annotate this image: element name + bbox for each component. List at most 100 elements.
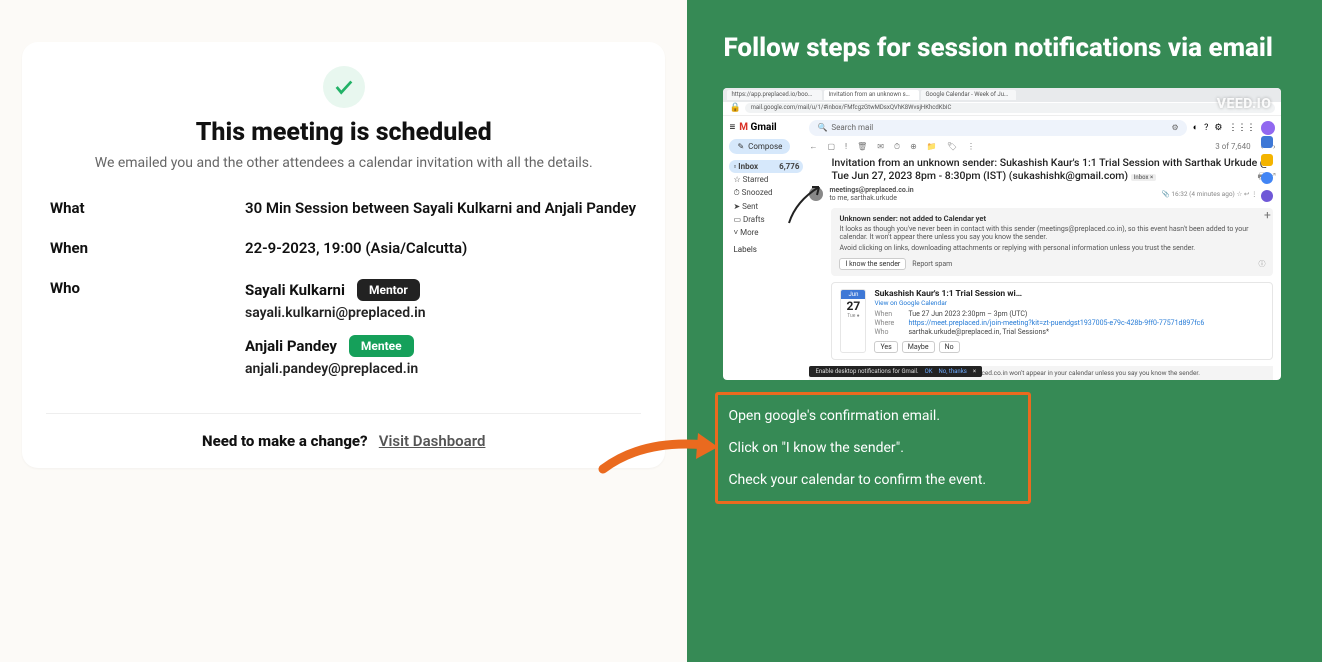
search-input[interactable]: 🔍 Search mail ⚙ [809,120,1186,136]
browser-tab-active[interactable]: Invitation from an unknown s… [824,90,919,100]
star-icon[interactable]: ☆ [1236,190,1242,198]
instruction-callout: Open google's confirmation email. Click … [715,392,1031,505]
sidebar-labels-heading: Labels [729,243,803,256]
sidebar-item-drafts[interactable]: ▭ Drafts [729,213,803,226]
task-icon[interactable]: ⊕ [910,142,917,151]
event-who: sarthak.urkude@preplaced.in, Trial Sessi… [908,328,1049,336]
confirmation-card: This meeting is scheduled We emailed you… [22,42,665,468]
close-icon[interactable]: × [973,368,976,375]
gmail-logo: ≡ M Gmail [729,122,803,133]
addon-contacts-icon[interactable] [1261,190,1273,202]
watermark: VEED.IO [1217,96,1272,112]
avatar[interactable] [1261,121,1275,135]
status-icon[interactable]: ◐ [1193,122,1198,133]
label-icon[interactable]: 🏷 [947,142,957,151]
apps-icon[interactable]: ⋮⋮⋮ [1228,123,1255,133]
browser-urlbar: 🔒 mail.google.com/mail/u/1/#inbox/FMfcgz… [723,102,1281,116]
attachment-icon: 📎 [1162,190,1170,198]
url-text[interactable]: mail.google.com/mail/u/1/#inbox/FMfcgzGt… [745,103,1276,113]
rsvp-yes-button[interactable]: Yes [874,341,897,353]
callout-step: Check your calendar to confirm the event… [728,471,1018,489]
gear-icon[interactable]: ⚙ [1214,123,1222,133]
who-label: Who [50,279,245,391]
warning-title: Unknown sender: not added to Calendar ye… [839,214,1265,223]
event-where-link[interactable]: https://meet.preplaced.in/join-meeting?k… [908,319,1204,327]
callout-step: Click on "I know the sender". [728,439,1018,457]
email-subject: Invitation from an unknown sender: Sukas… [831,156,1269,182]
inbox-badge[interactable]: Inbox × [1131,174,1156,181]
help-icon[interactable]: ? [1204,123,1208,133]
card-subheading: We emailed you and the other attendees a… [50,155,637,171]
hamburger-icon[interactable]: ≡ [729,122,735,133]
more-icon[interactable]: ⋮ [967,142,975,151]
role-badge-mentor: Mentor [357,279,420,301]
to-line: to me, sarthak.urkude [829,194,897,202]
from-address: meetings@preplaced.co.in [829,186,913,194]
sidebar-item-sent[interactable]: ➤ Sent [729,200,803,213]
unknown-sender-warning: Unknown sender: not added to Calendar ye… [831,208,1273,276]
browser-tab[interactable]: https://app.preplaced.io/boo… [727,90,822,100]
instructions-heading: Follow steps for session notifications v… [687,32,1322,66]
check-icon [323,66,365,108]
attendee-name: Anjali Pandey [245,337,337,355]
bottom-hint: ings@preplaced.co.in won't appear in you… [945,369,1200,377]
card-heading: This meeting is scheduled [50,118,637,147]
search-icon: 🔍 [817,123,827,132]
lock-icon: 🔒 [729,103,740,113]
event-when: Tue 27 Jun 2023 2:30pm – 3pm (UTC) [908,310,1027,318]
what-label: What [50,199,245,217]
attendee-row: Anjali Pandey Mentee anjali.pandey@prepl… [245,335,637,377]
warning-body2: Avoid clicking on links, downloading att… [839,244,1265,252]
attendee-email: anjali.pandey@preplaced.in [245,361,637,377]
rsvp-no-button[interactable]: No [939,341,960,353]
attendee-email: sayali.kulkarni@preplaced.in [245,305,637,321]
addon-tasks-icon[interactable] [1261,172,1273,184]
spam-icon[interactable]: ! [845,142,847,151]
change-prompt: Need to make a change? [202,432,368,450]
desktop-notif-toast: Enable desktop notifications for Gmail. … [809,366,982,377]
big-arrow-icon [598,419,718,479]
archive-icon[interactable]: ▢ [827,142,835,151]
calendar-event-card: Jun 27 Tue ● Sukashish Kaur's 1:1 Trial … [831,282,1273,360]
event-title: Sukashish Kaur's 1:1 Trial Session wi… [874,289,1264,299]
notif-ok-button[interactable]: OK [925,368,933,375]
notif-no-button[interactable]: No, thanks [939,368,967,375]
addon-keep-icon[interactable] [1261,154,1273,166]
attendee-row: Sayali Kulkarni Mentor sayali.kulkarni@p… [245,279,637,321]
sidebar-item-snoozed[interactable]: ⏱ Snoozed [729,186,803,200]
know-sender-button[interactable]: I know the sender [839,258,906,270]
attendee-name: Sayali Kulkarni [245,281,345,299]
unread-icon[interactable]: ✉ [877,142,884,151]
what-value: 30 Min Session between Sayali Kulkarni a… [245,199,637,217]
move-icon[interactable]: 📁 [927,142,937,151]
callout-step: Open google's confirmation email. [728,407,1018,425]
sidebar-item-starred[interactable]: ☆ Starred [729,173,803,186]
visit-dashboard-link[interactable]: Visit Dashboard [379,432,486,450]
delete-icon[interactable]: 🗑 [857,142,867,151]
when-label: When [50,239,245,257]
role-badge-mentee: Mentee [349,335,414,357]
compose-button[interactable]: ✎ Compose [729,139,790,154]
snooze-icon[interactable]: ⏱ [894,142,900,152]
back-icon[interactable]: ← [809,142,817,151]
warning-body: It looks as though you've never been in … [839,225,1265,241]
gmail-screenshot: VEED.IO https://app.preplaced.io/boo… In… [723,88,1281,380]
filter-icon[interactable]: ⚙ [1171,123,1178,132]
divider [46,413,641,414]
rsvp-maybe-button[interactable]: Maybe [902,341,935,353]
reply-icon[interactable]: ↩ [1244,190,1249,198]
addon-calendar-icon[interactable] [1261,136,1273,148]
view-calendar-link[interactable]: View on Google Calendar [874,299,1264,307]
browser-tab[interactable]: Google Calendar - Week of Ju… [921,90,1016,100]
browser-tabbar: https://app.preplaced.io/boo… Invitation… [723,88,1281,102]
addon-add-icon[interactable]: + [1264,208,1271,222]
event-date-box: Jun 27 Tue ● [840,289,866,353]
report-spam-link[interactable]: Report spam [912,260,952,268]
sidebar-item-more[interactable]: ˅ More [729,226,803,239]
mail-toolbar: ← ▢ ! 🗑 ✉ ⏱ ⊕ 📁 🏷 ⋮ 3 of 7,640 ‹ › [809,140,1275,156]
pencil-icon: ✎ [737,142,744,151]
time-meta: 16:32 (4 minutes ago) [1171,190,1234,198]
sidebar-item-inbox[interactable]: ▫ Inbox 6,776 [729,160,803,173]
when-value: 22-9-2023, 19:00 (Asia/Calcutta) [245,239,637,257]
pager-text: 3 of 7,640 [1215,142,1250,151]
